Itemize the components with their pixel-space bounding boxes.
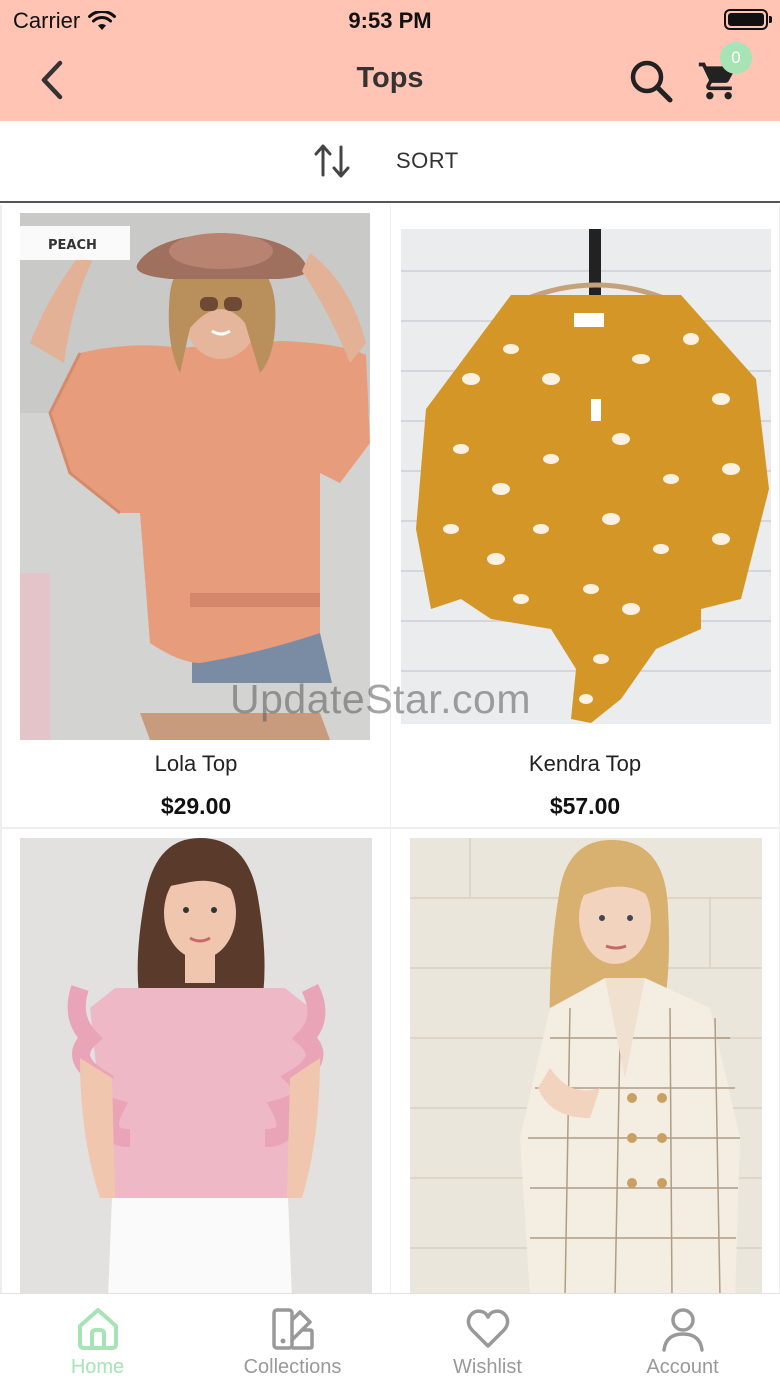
sort-label: SORT <box>396 148 459 173</box>
product-price: $29.00 <box>160 793 232 819</box>
photo-tag: PEACH <box>48 238 97 253</box>
product-card[interactable] <box>391 829 779 1293</box>
back-button[interactable] <box>30 56 74 104</box>
battery-icon <box>724 9 772 30</box>
tab-label: Account <box>646 1356 719 1378</box>
product-photo-pink-top <box>20 838 372 1293</box>
sort-arrows-icon <box>314 144 350 178</box>
product-image[interactable]: PEACH <box>20 213 370 740</box>
collections-icon <box>271 1308 314 1350</box>
heart-icon <box>466 1309 509 1348</box>
tab-home[interactable]: Home <box>0 1294 195 1387</box>
tab-account[interactable]: Account <box>585 1294 780 1387</box>
home-icon <box>77 1308 118 1350</box>
clock: 9:53 PM <box>348 8 432 33</box>
navigation-bar: Tops 0 <box>0 42 780 121</box>
sort-button[interactable]: SORT <box>312 139 459 183</box>
search-icon <box>630 60 673 103</box>
product-photo-kendra <box>401 229 771 724</box>
product-card[interactable]: PEACH Lola Top $29.00 <box>2 205 390 827</box>
tab-collections[interactable]: Collections <box>195 1294 390 1387</box>
cart-count-badge: 0 <box>720 42 752 74</box>
product-name[interactable]: Kendra Top <box>391 751 779 777</box>
tab-label: Wishlist <box>453 1356 522 1378</box>
sort-bar: SORT <box>0 121 780 203</box>
tab-label: Home <box>70 1356 125 1378</box>
product-image[interactable] <box>410 838 762 1293</box>
tab-bar: Home Collections Wishlist Account <box>0 1293 780 1387</box>
tab-label: Collections <box>243 1356 342 1378</box>
product-image[interactable] <box>20 838 372 1293</box>
product-photo-lola: PEACH <box>20 213 370 740</box>
product-grid[interactable]: PEACH Lola Top $29.00 Kendra Top $57.00 <box>0 205 780 1293</box>
product-card[interactable] <box>2 829 390 1293</box>
product-photo-blazer <box>410 838 762 1293</box>
tab-wishlist[interactable]: Wishlist <box>390 1294 585 1387</box>
product-image[interactable] <box>401 229 771 724</box>
product-name[interactable]: Lola Top <box>2 751 390 777</box>
product-price: $57.00 <box>549 793 621 819</box>
search-button[interactable] <box>626 56 676 106</box>
product-card[interactable]: Kendra Top $57.00 <box>391 205 779 827</box>
user-icon <box>661 1308 704 1352</box>
status-bar: Carrier 9:53 PM <box>0 0 780 42</box>
chevron-left-icon <box>41 60 63 100</box>
